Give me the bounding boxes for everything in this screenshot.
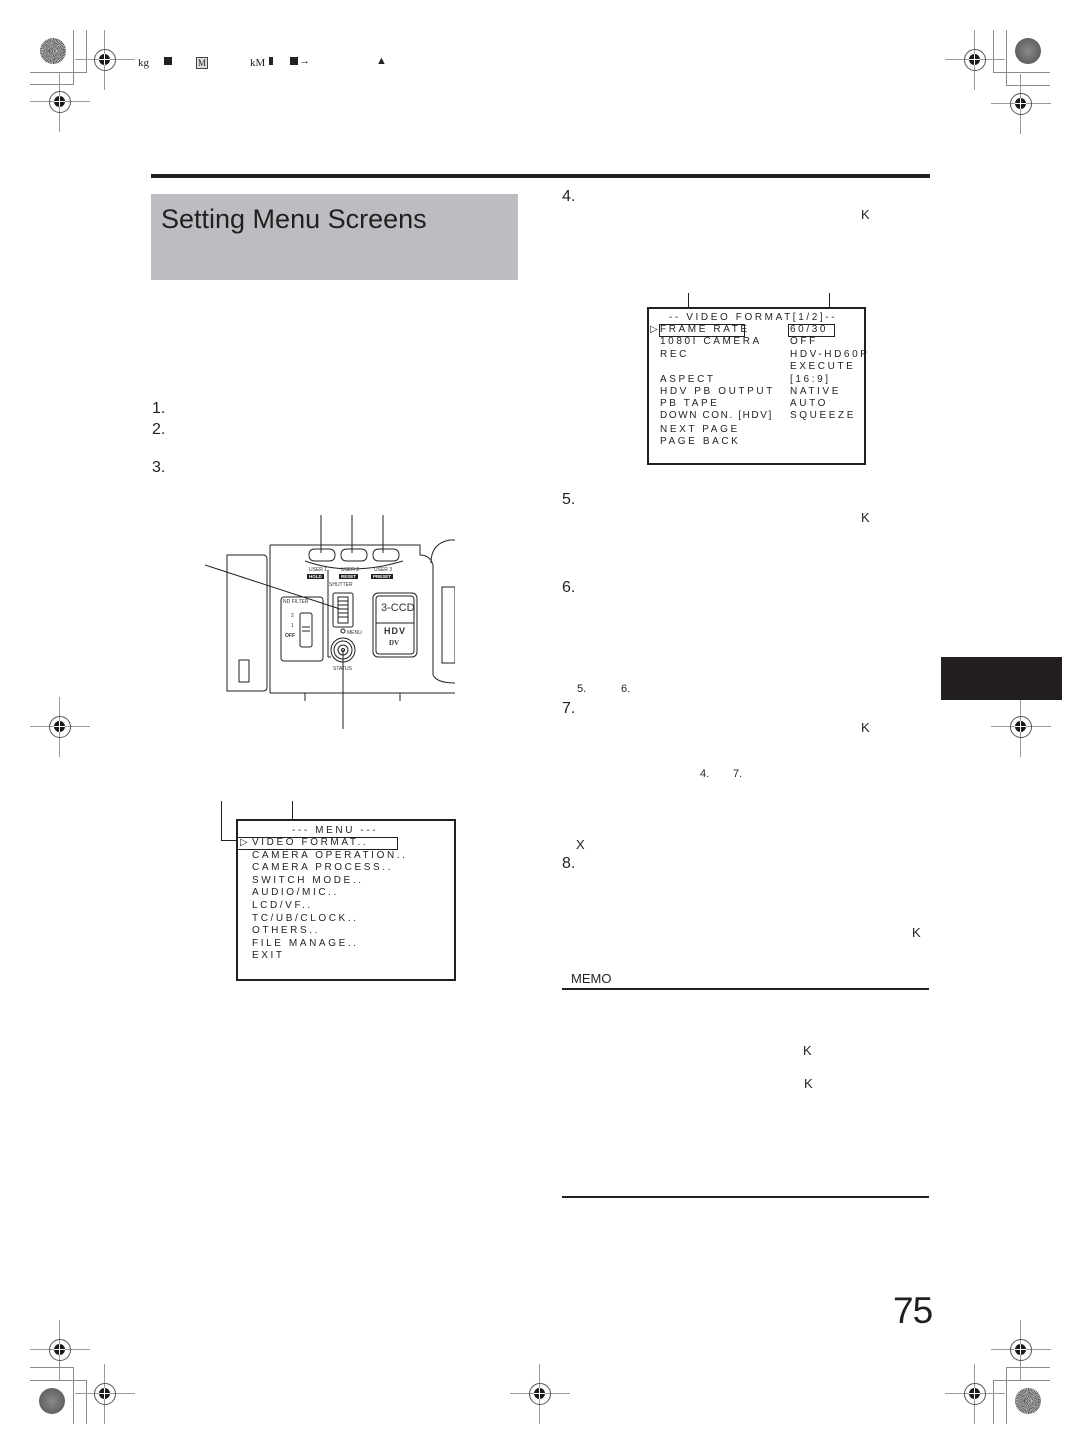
reference-marker: K <box>912 925 921 940</box>
header-text: kM <box>250 57 266 69</box>
header-mark: M <box>196 57 209 69</box>
nd-filter-label: ND FILTER <box>283 599 309 605</box>
menu-item-file-manage[interactable]: FILE MANAGE.. <box>252 938 359 949</box>
color-target-bottom-left <box>39 1388 65 1414</box>
logo-hdv: HDV <box>384 626 407 636</box>
setting-label-hdv-pb-output[interactable]: HDV PB OUTPUT <box>660 386 775 397</box>
menu-item-video-format[interactable]: VIDEO FORMAT.. <box>252 837 368 848</box>
menu-item-tc-ub-clock[interactable]: TC/UB/CLOCK.. <box>252 913 359 924</box>
status-label: STATUS <box>333 666 352 672</box>
logo-dv: DV <box>389 639 400 647</box>
setting-label-next-page[interactable]: NEXT PAGE <box>660 424 740 435</box>
menu-item-audio-mic[interactable]: AUDIO/MIC.. <box>252 887 339 898</box>
registration-mark <box>510 1364 570 1424</box>
setting-label-down-con[interactable]: DOWN CON. [HDV] <box>660 410 773 421</box>
step-number: 1. <box>152 400 166 417</box>
setting-label-frame-rate[interactable]: FRAME RATE <box>660 324 750 335</box>
setting-value-rec[interactable]: HDV-HD60P <box>790 349 870 360</box>
menu-item-camera-process[interactable]: CAMERA PROCESS.. <box>252 862 393 873</box>
x-marker: X <box>576 837 585 852</box>
menu-label: MENU <box>347 630 362 636</box>
logo-3ccd: 3-CCD <box>381 602 415 614</box>
page-number: 75 <box>893 1290 933 1331</box>
color-target-top-left <box>40 38 66 64</box>
setting-label-aspect[interactable]: ASPECT <box>660 374 716 385</box>
title-block: Setting Menu Screens <box>151 194 518 280</box>
registration-mark <box>75 1364 135 1424</box>
nd-position-1: 1 <box>291 623 294 629</box>
setting-label-pb-tape[interactable]: PB TAPE <box>660 398 720 409</box>
video-format-cursor: ▷ <box>650 324 658 335</box>
menu-item-lcd-vf[interactable]: LCD/VF.. <box>252 900 313 911</box>
step-number: 3. <box>152 459 166 476</box>
step-number: 6. <box>562 579 576 596</box>
top-rule <box>151 174 930 178</box>
reference-marker: K <box>804 1076 813 1091</box>
step-reference: 4. <box>700 768 710 780</box>
menu-item-others[interactable]: OTHERS.. <box>252 925 320 936</box>
crop-line <box>30 1367 73 1368</box>
menu-screen: --- MENU --- ▷ VIDEO FORMAT.. CAMERA OPE… <box>236 819 456 981</box>
memo-rule <box>562 988 929 990</box>
user1-button-label: USER 1 <box>309 567 328 573</box>
video-format-title: -- VIDEO FORMAT[1/2]-- <box>669 312 838 323</box>
setting-value-frame-rate[interactable]: 60/30 <box>790 324 828 335</box>
triangle-icon: ▲ <box>376 55 387 67</box>
menu-item-exit[interactable]: EXIT <box>252 950 285 961</box>
step-reference: 5. <box>577 683 587 695</box>
arrow-icon: → <box>299 55 310 67</box>
nd-position-2: 2 <box>291 613 294 619</box>
setting-label-1080i-camera[interactable]: 1080I CAMERA <box>660 336 762 347</box>
setting-value-execute[interactable]: EXECUTE <box>790 361 855 372</box>
setting-label-rec[interactable]: REC <box>660 349 689 360</box>
step-reference: 6. <box>621 683 631 695</box>
chapter-tab <box>941 657 1062 700</box>
step-number: 7. <box>562 700 576 717</box>
user3-button-label: USER 3 <box>374 567 393 573</box>
color-target-bottom-right <box>1015 1388 1041 1414</box>
setting-value-pb-tape[interactable]: AUTO <box>790 398 828 409</box>
reference-marker: K <box>861 510 870 525</box>
memo-end-rule <box>562 1196 929 1198</box>
preset-badge: PRESET <box>371 574 394 579</box>
camera-control-illustration: USER 1 HOLD USER 2 RESET USER 3 PRESET S… <box>204 515 456 730</box>
step-number: 5. <box>562 491 576 508</box>
hold-badge: HOLD <box>307 574 324 579</box>
registration-mark <box>30 72 90 132</box>
setting-value-aspect[interactable]: [16:9] <box>790 374 831 385</box>
step-reference: 7. <box>733 768 743 780</box>
video-format-screen: -- VIDEO FORMAT[1/2]-- ▷ FRAME RATE 60/3… <box>647 307 867 465</box>
menu-cursor: ▷ <box>240 837 248 848</box>
menu-title: --- MENU --- <box>292 825 379 836</box>
setting-value-down-con[interactable]: SQUEEZE <box>790 410 856 421</box>
color-target-top-right <box>1015 38 1041 64</box>
menu-item-switch-mode[interactable]: SWITCH MODE.. <box>252 875 364 886</box>
reset-badge: RESET <box>339 574 359 579</box>
step-number: 2. <box>152 421 166 438</box>
crop-line <box>73 1367 74 1424</box>
setting-label-page-back[interactable]: PAGE BACK <box>660 436 740 447</box>
step-number: 4. <box>562 188 576 205</box>
memo-label: MEMO <box>571 971 612 986</box>
user2-button-label: USER 2 <box>341 567 360 573</box>
reference-marker: K <box>803 1043 812 1058</box>
crop-line <box>1006 1367 1007 1424</box>
crop-line <box>1006 1367 1050 1368</box>
header-text: kg <box>138 57 149 69</box>
registration-mark <box>945 1364 1005 1424</box>
callout-line <box>221 801 222 841</box>
shutter-label: SHUTTER <box>329 582 353 588</box>
menu-item-camera-operation[interactable]: CAMERA OPERATION.. <box>252 850 408 861</box>
step-number: 8. <box>562 855 576 872</box>
reference-marker: K <box>861 720 870 735</box>
registration-mark <box>991 74 1051 134</box>
reference-marker: K <box>861 207 870 222</box>
camera-body-drawing <box>204 515 456 729</box>
registration-mark <box>30 697 90 757</box>
setting-value-hdv-pb-output[interactable]: NATIVE <box>790 386 841 397</box>
setting-value-1080i-camera[interactable]: OFF <box>790 336 818 347</box>
nd-position-off: OFF <box>285 633 295 639</box>
page-title: Setting Menu Screens <box>161 204 427 234</box>
registration-mark <box>991 697 1051 757</box>
